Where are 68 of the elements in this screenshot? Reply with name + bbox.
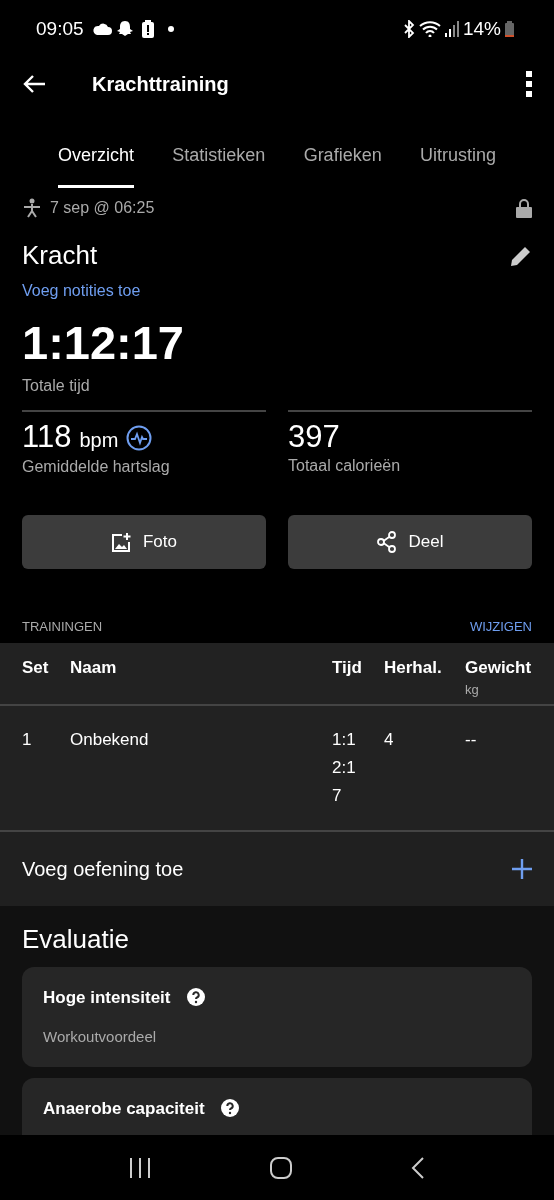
add-button[interactable] (512, 858, 532, 879)
chevron-left-icon (410, 1156, 425, 1179)
action-button[interactable]: Deel (288, 515, 532, 569)
wifi-icon (418, 21, 441, 37)
activity-date: 7 sep @ 06:25 (50, 198, 155, 218)
evaluation-card[interactable]: Anaerobe capaciteit (22, 1077, 532, 1135)
signal-icon (444, 21, 459, 37)
home-button[interactable] (270, 1156, 292, 1179)
more-button[interactable] (526, 71, 532, 97)
battery-percent: 14% (462, 16, 501, 41)
screen-title: Krachttraining (92, 72, 229, 97)
stat-label: Totaal calorieën (288, 456, 402, 477)
column-unit: kg (465, 681, 480, 699)
share-icon (376, 531, 397, 553)
plus-icon (512, 858, 532, 879)
recents-button[interactable] (129, 1156, 152, 1179)
ghost-icon (115, 20, 134, 38)
help-icon (220, 1099, 239, 1118)
back-button[interactable] (22, 74, 46, 94)
tab[interactable]: Uitrusting (419, 130, 496, 188)
column-header: Tijd (332, 656, 363, 679)
add-exercise-label: Voeg oefening toe (22, 856, 184, 882)
tab[interactable]: Grafieken (303, 130, 382, 188)
pencil-icon (510, 244, 532, 267)
recents-icon (129, 1156, 152, 1179)
stat-unit: bpm (79, 428, 119, 453)
heartbeat-icon (126, 424, 153, 451)
total-time: 1:12:17 (22, 319, 185, 366)
table-cell-text: 1 (22, 728, 33, 751)
home-icon (270, 1156, 292, 1179)
section-label: TRAININGEN (22, 618, 103, 636)
stat-value: 397 (288, 420, 340, 455)
tab[interactable]: Statistieken (172, 130, 266, 188)
figure-icon (22, 198, 42, 218)
card-title: Hoge intensiteit (43, 986, 171, 1009)
action-button[interactable]: Foto (22, 515, 266, 569)
activity-title: Kracht (22, 239, 98, 272)
edit-link[interactable]: WIJZIGEN (469, 617, 532, 637)
back-arrow-icon (22, 74, 46, 94)
card-subtitle: Workoutvoordeel (43, 1027, 158, 1047)
total-time-label: Totale tijd (22, 377, 90, 394)
table-cell-text: -- (465, 728, 478, 751)
status-time: 09:05 (36, 16, 84, 41)
table-cell-text: 4 (384, 728, 395, 751)
tab[interactable]: Overzicht (58, 130, 135, 188)
dot-icon (167, 26, 174, 32)
bluetooth-icon (402, 20, 415, 38)
notes-link[interactable]: Voeg notities toe (22, 282, 141, 299)
card-title: Anaerobe capaciteit (43, 1097, 205, 1120)
column-header: Naam (70, 656, 118, 679)
more-icon (526, 71, 532, 97)
lock-icon (516, 198, 532, 218)
evaluation-card[interactable]: Hoge intensiteit Workoutvoordeel (22, 966, 532, 1067)
edit-button[interactable] (510, 244, 532, 267)
help-icon (186, 988, 205, 1007)
stat-label: Gemiddelde hartslag (22, 457, 171, 477)
battery-icon (505, 21, 514, 37)
column-header: Gewicht (465, 656, 532, 679)
column-header: Herhal. (384, 656, 443, 679)
back-nav-button[interactable] (410, 1156, 425, 1179)
battery-alert-icon (141, 20, 154, 38)
stat-value: 118 (22, 420, 72, 455)
column-header: Set (22, 656, 50, 679)
table-cell-text: Onbekend (70, 728, 150, 751)
section-title: Evaluatie (22, 922, 130, 956)
table-cell-text: 1:12:17 (332, 728, 357, 807)
cloud-icon (91, 23, 112, 35)
add-photo-icon (111, 532, 131, 552)
